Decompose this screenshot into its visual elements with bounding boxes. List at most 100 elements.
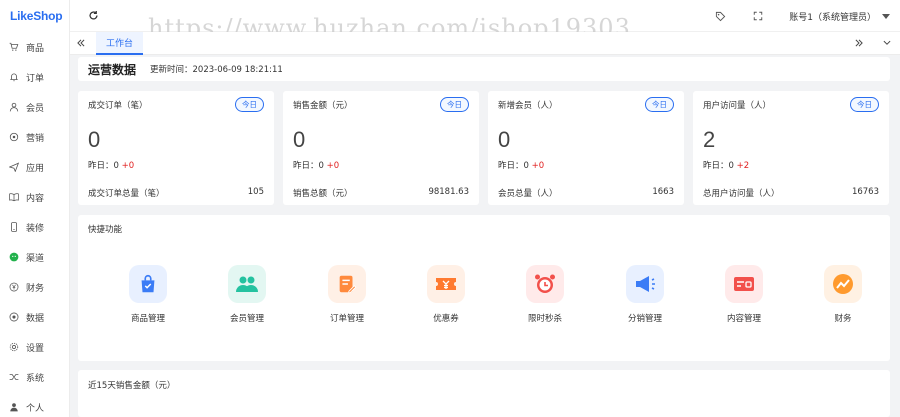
quick-function-item[interactable]: 限时秒杀 (515, 265, 575, 324)
sidebar-item-11[interactable]: 系统 (0, 362, 69, 392)
yesterday-label: 昨日：0 (498, 161, 529, 171)
stat-total-label: 销售总额（元） (293, 189, 353, 199)
shuffle-icon (8, 371, 20, 383)
cart-icon (8, 41, 20, 53)
today-badge[interactable]: 今日 (235, 97, 264, 112)
today-badge[interactable]: 今日 (440, 97, 469, 112)
sidebar-item-9[interactable]: 数据 (0, 302, 69, 332)
quick-functions-title: 快捷功能 (88, 225, 123, 235)
header: 账号1（系统管理员） (70, 0, 900, 32)
quick-functions-card: 快捷功能 商品管理 会员管理 订单管理 优惠券 限时秒杀 分销管理 内容管理 财务 (78, 215, 890, 361)
sidebar-item-5[interactable]: 内容 (0, 182, 69, 212)
user-icon (8, 101, 20, 113)
members-icon[interactable] (228, 265, 266, 303)
caret-down-icon (882, 13, 890, 19)
yesterday-delta: +2 (736, 161, 750, 171)
stat-card: 销售金额（元） 今日 0 昨日：0 +0 销售总额（元） 98181.63 (283, 91, 479, 205)
send-icon (8, 161, 20, 173)
stat-total-value: 16763 (851, 187, 879, 197)
quick-function-item[interactable]: 订单管理 (317, 265, 377, 324)
stat-value: 0 (293, 127, 306, 152)
yesterday-delta: +0 (121, 161, 135, 171)
yen-icon (8, 281, 20, 293)
bell-icon (8, 71, 20, 83)
quick-function-label: 限时秒杀 (527, 314, 562, 324)
content-card-icon[interactable] (725, 265, 763, 303)
yesterday-delta: +0 (326, 161, 340, 171)
quick-function-item[interactable]: 会员管理 (217, 265, 277, 324)
stat-yesterday: 昨日：0 +0 (498, 159, 544, 171)
sidebar-item-7[interactable]: 渠道 (0, 242, 69, 272)
sidebar-item-8[interactable]: 财务 (0, 272, 69, 302)
stat-yesterday: 昨日：0 +0 (88, 159, 134, 171)
stat-total-label: 成交订单总量（笔） (88, 189, 165, 199)
fullscreen-icon[interactable] (751, 9, 765, 23)
stat-value: 2 (703, 127, 716, 152)
sidebar-item-label: 个人 (26, 403, 45, 414)
sidebar-item-label: 营销 (26, 133, 45, 144)
coupon-icon[interactable] (427, 265, 465, 303)
target-icon (8, 131, 20, 143)
today-badge[interactable]: 今日 (850, 97, 879, 112)
double-chevron-left-icon[interactable] (74, 36, 88, 50)
logo[interactable]: LikeShop (0, 0, 69, 32)
sidebar-nav: 商品订单会员营销应用 内容装修渠道财务数据设置系统个人 (0, 32, 69, 417)
stat-total-value: 98181.63 (428, 187, 469, 197)
stat-label: 成交订单（笔） (88, 101, 148, 111)
stat-total-value: 105 (247, 187, 264, 197)
sidebar-item-3[interactable]: 营销 (0, 122, 69, 152)
sidebar-item-2[interactable]: 会员 (0, 92, 69, 122)
today-badge[interactable]: 今日 (645, 97, 674, 112)
stat-value: 0 (88, 127, 101, 152)
chevron-down-icon[interactable] (880, 36, 894, 50)
sidebar-item-1[interactable]: 订单 (0, 62, 69, 92)
sidebar-item-label: 商品 (26, 43, 45, 54)
yesterday-delta: +0 (531, 161, 545, 171)
sidebar-item-12[interactable]: 个人 (0, 392, 69, 417)
order-doc-icon[interactable] (328, 265, 366, 303)
sidebar-item-4[interactable]: 应用 (0, 152, 69, 182)
tab-bar-controls (852, 36, 894, 50)
alarm-clock-icon[interactable] (526, 265, 564, 303)
quick-function-item[interactable]: 优惠券 (416, 265, 476, 324)
overview-header: 运营数据 更新时间：2023-06-09 18:21:11 (78, 57, 890, 81)
shopping-bag-icon[interactable] (129, 265, 167, 303)
gear-icon (8, 341, 20, 353)
yesterday-label: 昨日：0 (293, 161, 324, 171)
sales-chart-title: 近15天销售金额（元） (88, 381, 176, 391)
sidebar-item-0[interactable]: 商品 (0, 32, 69, 62)
quick-function-item[interactable]: 商品管理 (118, 265, 178, 324)
tag-icon[interactable] (713, 9, 727, 23)
quick-function-label: 商品管理 (130, 314, 165, 324)
stat-label: 用户访问量（人） (703, 101, 772, 111)
double-chevron-right-icon[interactable] (852, 36, 866, 50)
sidebar-item-6[interactable]: 装修 (0, 212, 69, 242)
account-menu[interactable]: 账号1（系统管理员） (789, 10, 890, 23)
book-icon (8, 191, 20, 203)
quick-function-item[interactable]: 分销管理 (615, 265, 675, 324)
finance-chart-icon[interactable] (824, 265, 862, 303)
tab-bar: 工作台 (70, 31, 900, 55)
header-right: 账号1（系统管理员） (713, 0, 900, 32)
yesterday-label: 昨日：0 (88, 161, 119, 171)
refresh-icon[interactable] (86, 9, 100, 23)
sidebar-item-label: 装修 (26, 223, 45, 234)
sidebar-item-label: 设置 (26, 343, 45, 354)
sidebar-item-10[interactable]: 设置 (0, 332, 69, 362)
stat-label: 销售金额（元） (293, 101, 353, 111)
update-time: 更新时间：2023-06-09 18:21:11 (150, 65, 283, 75)
data-icon (8, 311, 20, 323)
stat-value: 0 (498, 127, 511, 152)
sidebar-item-label: 财务 (26, 283, 45, 294)
quick-function-item[interactable]: 内容管理 (714, 265, 774, 324)
sidebar-item-label: 会员 (26, 103, 45, 114)
stat-yesterday: 昨日：0 +0 (293, 159, 339, 171)
megaphone-icon[interactable] (626, 265, 664, 303)
stat-card: 成交订单（笔） 今日 0 昨日：0 +0 成交订单总量（笔） 105 (78, 91, 274, 205)
page-title: 运营数据 (88, 62, 137, 77)
tab-dashboard[interactable]: 工作台 (96, 31, 144, 55)
logo-text: LikeShop (10, 9, 63, 23)
quick-function-item[interactable]: 财务 (813, 265, 873, 324)
person-icon (8, 401, 20, 413)
sidebar-item-label: 订单 (26, 73, 45, 84)
